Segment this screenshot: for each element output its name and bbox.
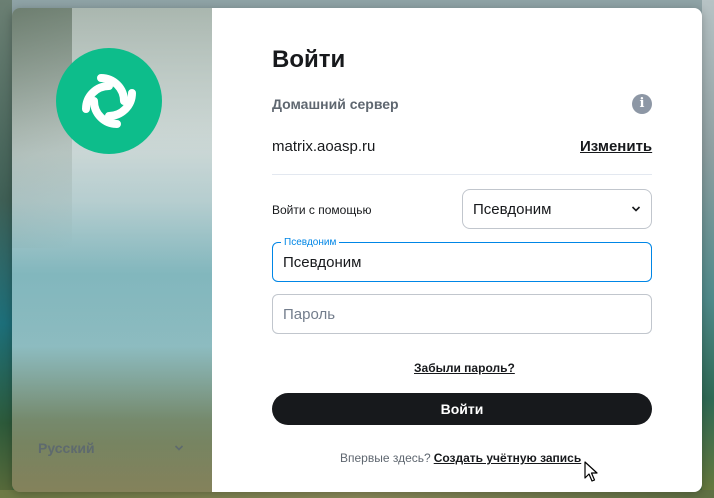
change-server-link[interactable]: Изменить <box>580 138 652 155</box>
chevron-down-icon <box>631 206 641 212</box>
username-value: Псевдоним <box>283 253 362 271</box>
language-label: Русский <box>38 440 95 456</box>
language-selector[interactable]: Русский <box>38 440 184 456</box>
new-here-text: Впервые здесь? <box>340 451 431 465</box>
login-method-select[interactable]: Псевдоним <box>462 189 652 229</box>
login-card: Русский Войти Домашний сервер i matrix.a… <box>12 8 702 492</box>
divider <box>272 174 652 175</box>
login-form: Войти Домашний сервер i matrix.aoasp.ru … <box>212 8 702 492</box>
signup-prompt: Впервые здесь? Создать учётную запись <box>340 451 581 465</box>
info-icon[interactable]: i <box>632 94 652 114</box>
forgot-password-link[interactable]: Забыли пароль? <box>414 361 515 375</box>
login-method-value: Псевдоним <box>473 200 552 218</box>
element-logo-icon <box>56 48 162 154</box>
homeserver-label: Домашний сервер <box>272 96 399 112</box>
page-title: Войти <box>272 46 346 73</box>
password-field[interactable]: Пароль <box>272 294 652 334</box>
username-field-label: Псевдоним <box>281 237 340 248</box>
chevron-down-icon <box>174 445 184 451</box>
login-button[interactable]: Войти <box>272 393 652 425</box>
sidebar: Русский <box>12 8 212 492</box>
homeserver-value: matrix.aoasp.ru <box>272 138 376 155</box>
login-via-label: Войти с помощью <box>272 203 372 217</box>
background-right <box>702 0 714 498</box>
mouse-cursor-icon <box>584 461 598 482</box>
create-account-link[interactable]: Создать учётную запись <box>434 451 582 465</box>
password-placeholder: Пароль <box>283 305 336 323</box>
background-left <box>0 0 12 498</box>
username-field[interactable]: Псевдоним Псевдоним <box>272 237 652 282</box>
